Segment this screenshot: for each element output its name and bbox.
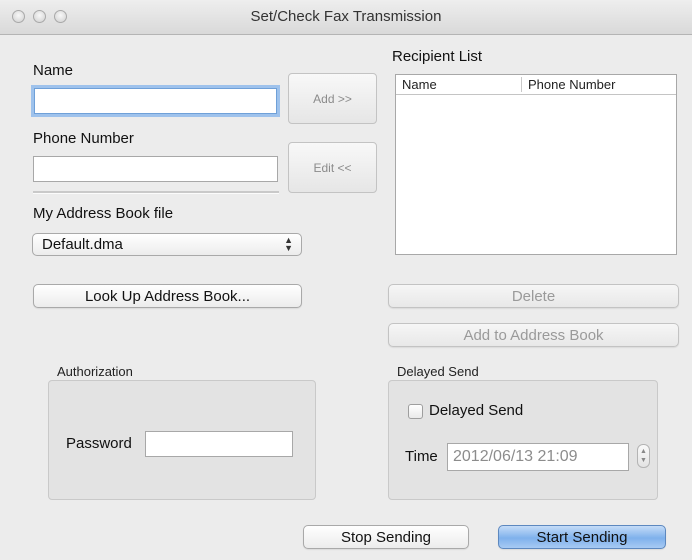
column-divider	[521, 77, 522, 92]
time-stepper[interactable]: ▲ ▼	[637, 444, 650, 468]
start-sending-button[interactable]: Start Sending	[498, 525, 666, 549]
look-up-address-book-button[interactable]: Look Up Address Book...	[33, 284, 302, 308]
address-book-selected-value: Default.dma	[42, 236, 123, 253]
add-to-address-book-button[interactable]: Add to Address Book	[388, 323, 679, 347]
column-header-phone-number[interactable]: Phone Number	[528, 77, 615, 92]
stop-sending-button[interactable]: Stop Sending	[303, 525, 469, 549]
name-label: Name	[33, 62, 74, 79]
recipient-list-table[interactable]: Name Phone Number	[395, 74, 677, 255]
column-header-name[interactable]: Name	[402, 77, 437, 92]
edit-button[interactable]: Edit <<	[288, 142, 377, 193]
delete-button[interactable]: Delete	[388, 284, 679, 308]
authorization-group: Password	[48, 380, 316, 500]
delayed-send-group-label: Delayed Send	[397, 364, 479, 379]
password-label: Password	[66, 435, 132, 452]
phone-number-label: Phone Number	[33, 130, 134, 147]
add-button[interactable]: Add >>	[288, 73, 377, 124]
authorization-group-label: Authorization	[57, 364, 133, 379]
recipient-list-label: Recipient List	[392, 48, 483, 65]
name-input[interactable]	[34, 88, 277, 114]
fax-transmission-window: Set/Check Fax Transmission Name Phone Nu…	[0, 0, 692, 560]
recipient-list-header: Name Phone Number	[396, 75, 676, 95]
window-title: Set/Check Fax Transmission	[250, 8, 442, 25]
time-label: Time	[405, 448, 438, 465]
delayed-send-checkbox[interactable]	[408, 404, 423, 419]
up-down-arrows-icon: ▲ ▼	[284, 235, 293, 253]
address-book-file-label: My Address Book file	[33, 205, 174, 222]
divider	[33, 191, 279, 194]
phone-number-input[interactable]	[33, 156, 278, 182]
time-field[interactable]: 2012/06/13 21:09	[447, 443, 629, 471]
password-input[interactable]	[145, 431, 293, 457]
delayed-send-checkbox-label[interactable]: Delayed Send	[429, 402, 523, 419]
delayed-send-group: Delayed Send Time 2012/06/13 21:09 ▲ ▼	[388, 380, 658, 500]
address-book-select[interactable]: Default.dma ▲ ▼	[32, 233, 302, 256]
title-bar: Set/Check Fax Transmission	[0, 0, 692, 35]
